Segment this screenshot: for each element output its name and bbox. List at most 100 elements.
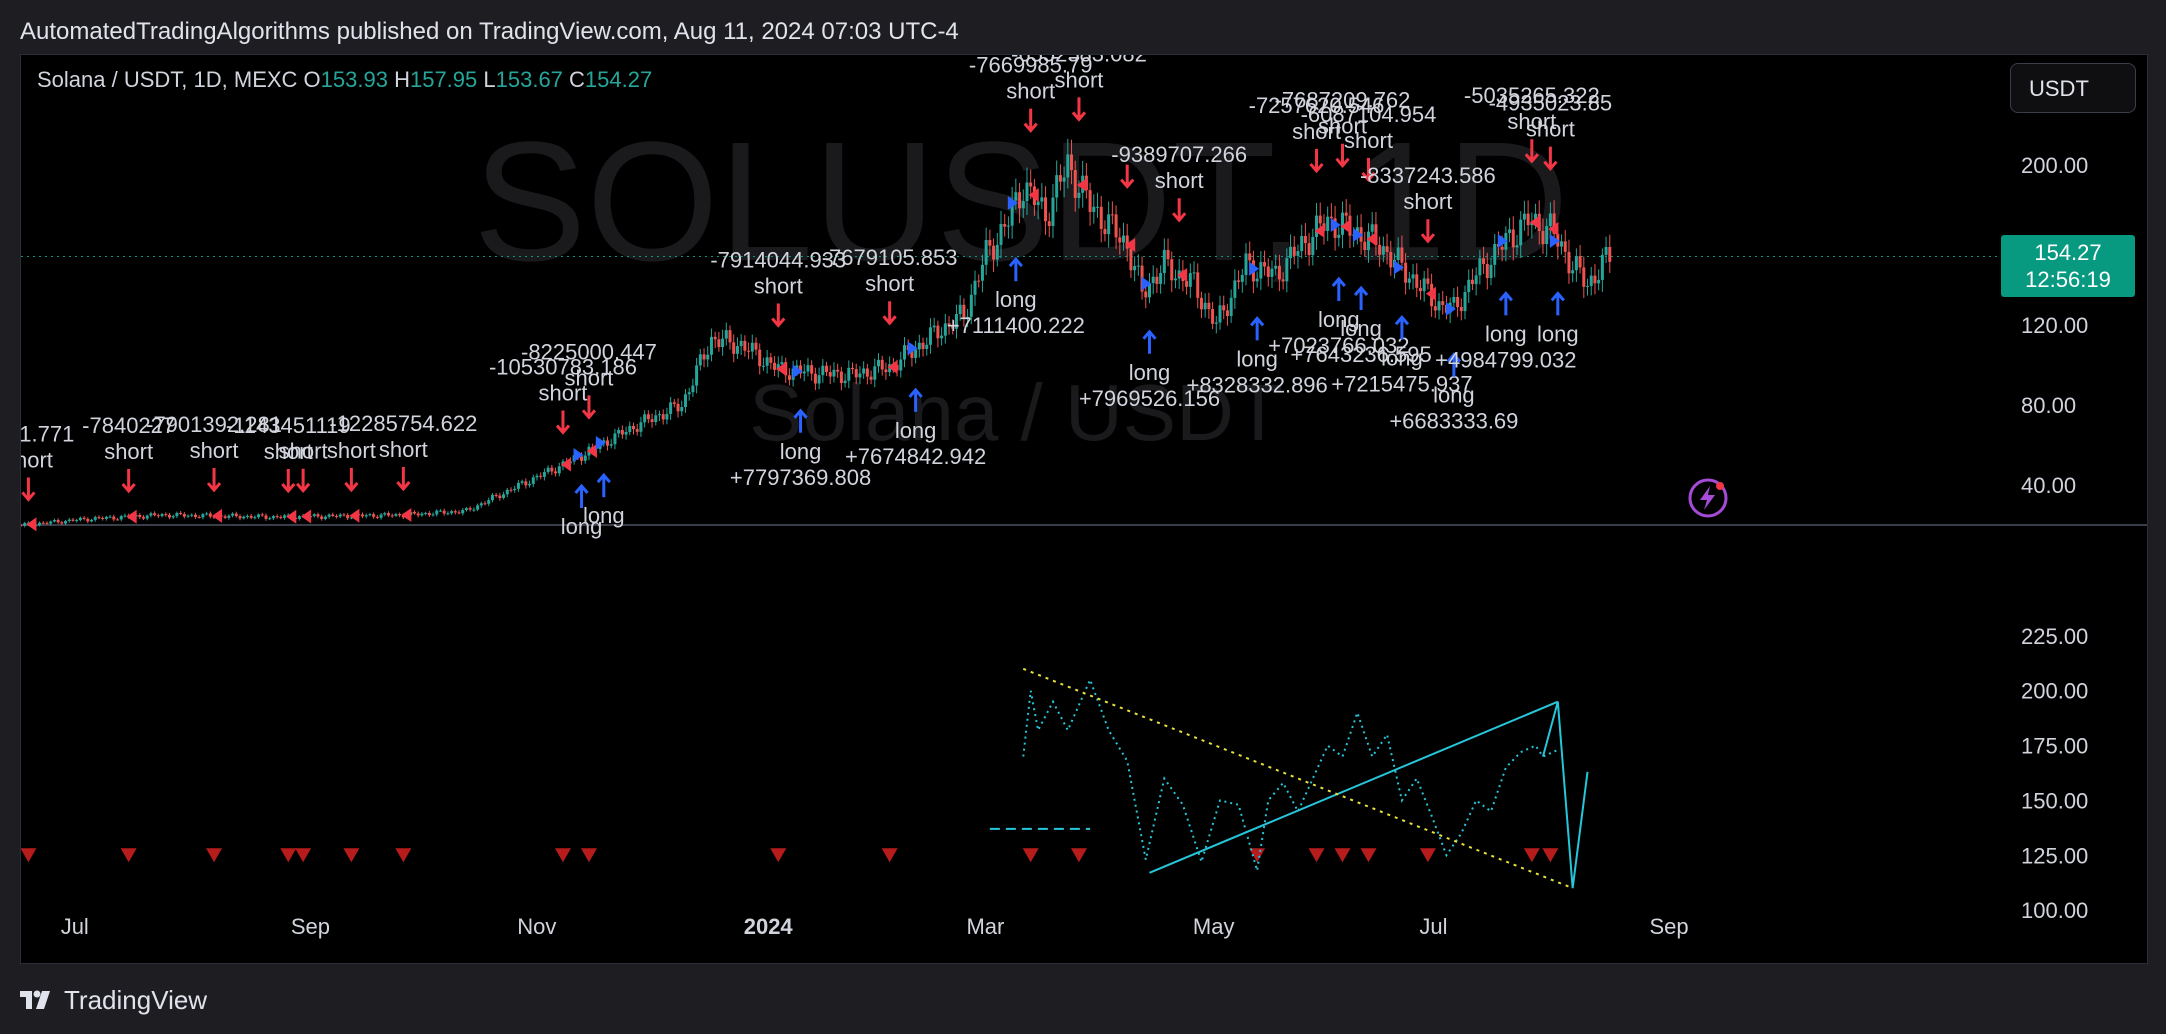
candle-body-up xyxy=(1586,285,1590,287)
candle-body-down xyxy=(21,525,23,526)
tradingview-footer[interactable]: TradingView xyxy=(20,982,207,1018)
signal-pnl-label: -9389707.266 xyxy=(1111,142,1247,167)
signal-tag: short xyxy=(327,438,376,463)
candle-body-down xyxy=(264,515,268,519)
candle-body-down xyxy=(45,522,49,524)
candle-body-down xyxy=(1363,241,1367,251)
candle-body-down xyxy=(1415,274,1419,288)
candle-body-down xyxy=(494,494,498,496)
short-entry-marker xyxy=(349,508,360,523)
published-header: AutomatedTradingAlgorithms published on … xyxy=(20,18,959,45)
long-signal-arrow xyxy=(1250,316,1265,341)
price-axis-tick: 120.00 xyxy=(2021,313,2088,338)
time-axis-tick: Nov xyxy=(517,914,556,939)
chart-canvas[interactable]: SOLUSDT, 1DSolana / USDTSolana / USDT, 1… xyxy=(21,55,2147,963)
candle-body-down xyxy=(1196,272,1200,298)
candle-body-up xyxy=(765,357,769,366)
candle-body-up xyxy=(67,519,71,522)
indicator-trend-up xyxy=(1149,700,1559,874)
candle-body-up xyxy=(49,521,53,524)
candle-body-down xyxy=(743,340,747,351)
candle-body-down xyxy=(193,514,197,518)
candle-body-down xyxy=(810,365,814,374)
candle-body-up xyxy=(108,516,112,518)
candle-body-up xyxy=(669,402,673,414)
candle-body-down xyxy=(620,429,624,435)
candle-body-up xyxy=(1341,212,1345,235)
candle-body-up xyxy=(806,365,810,372)
candle-body-up xyxy=(1136,265,1140,267)
candle-body-down xyxy=(331,514,335,517)
short-entry-marker xyxy=(401,508,412,522)
indicator-marker xyxy=(1360,848,1377,863)
candle-body-down xyxy=(713,336,717,340)
candle-body-down xyxy=(1211,309,1215,324)
lightning-bolt-icon[interactable] xyxy=(1687,477,1729,519)
candle-body-down xyxy=(60,522,64,524)
candle-body-up xyxy=(383,513,387,515)
candle-body-up xyxy=(438,510,442,512)
candle-body-down xyxy=(1114,214,1118,238)
candle-body-up xyxy=(709,336,713,355)
candle-body-up xyxy=(1151,276,1155,284)
candle-body-up xyxy=(531,477,535,484)
candle-body-down xyxy=(1237,280,1241,282)
candle-body-up xyxy=(639,422,643,432)
candle-body-down xyxy=(1144,291,1148,298)
candle-body-down xyxy=(828,372,832,377)
candle-body-up xyxy=(38,522,42,526)
short-signal-arrow xyxy=(771,303,786,328)
candle-body-down xyxy=(773,362,777,370)
signal-tag: short xyxy=(1054,67,1103,92)
candle-body-up xyxy=(687,392,691,395)
candle-body-down xyxy=(702,354,706,360)
candle-body-up xyxy=(917,342,921,350)
time-axis-tick: Mar xyxy=(966,914,1004,939)
candle-body-down xyxy=(1541,231,1545,245)
candle-body-down xyxy=(1118,237,1122,243)
candle-body-up xyxy=(93,517,97,520)
candle-body-down xyxy=(1511,229,1515,248)
last-price-badge: 154.27 12:56:19 xyxy=(2001,235,2135,297)
candle-body-down xyxy=(1593,275,1597,284)
signal-tag: long xyxy=(1340,316,1382,341)
candle-body-down xyxy=(164,514,168,516)
candle-body-up xyxy=(1289,246,1293,259)
bar-countdown: 12:56:19 xyxy=(2025,267,2111,292)
candle-body-up xyxy=(1062,177,1066,182)
candle-body-up xyxy=(1259,262,1263,279)
candle-body-down xyxy=(1248,253,1252,261)
candle-body-down xyxy=(1426,278,1430,284)
candle-body-up xyxy=(420,513,424,516)
candle-body-up xyxy=(1545,225,1549,245)
signal-pnl-label: -4935023.85 xyxy=(1489,91,1613,116)
candle-body-up xyxy=(1522,213,1526,220)
candle-body-down xyxy=(142,517,145,519)
candle-body-up xyxy=(1571,270,1575,274)
currency-button[interactable]: USDT xyxy=(2010,63,2136,113)
candle-body-down xyxy=(1263,262,1267,267)
time-axis-tick: May xyxy=(1193,914,1235,939)
candle-body-up xyxy=(123,515,127,517)
candle-body-up xyxy=(502,494,506,498)
candle-body-up xyxy=(1122,235,1125,243)
candle-body-up xyxy=(739,340,743,347)
candle-body-down xyxy=(988,240,992,246)
candle-body-up xyxy=(1519,219,1523,246)
candle-body-down xyxy=(758,349,762,367)
candle-body-up xyxy=(1244,253,1248,275)
candle-body-down xyxy=(1018,192,1022,209)
candle-body-up xyxy=(1311,236,1315,256)
candle-body-up xyxy=(1229,297,1233,317)
candle-body-down xyxy=(936,325,940,339)
candle-body-up xyxy=(546,467,550,473)
candle-body-down xyxy=(116,519,120,521)
indicator-axis-tick: 225.00 xyxy=(2021,624,2088,649)
candle-body-up xyxy=(1407,278,1411,283)
chart-area[interactable]: SOLUSDT, 1D Solana / USDT Solana / USDT, 1… xyxy=(20,54,2148,964)
short-entry-marker xyxy=(212,508,223,523)
candle-body-down xyxy=(41,522,45,524)
candle-body-up xyxy=(583,455,587,461)
candle-body-down xyxy=(346,515,350,519)
candle-body-down xyxy=(524,481,528,486)
